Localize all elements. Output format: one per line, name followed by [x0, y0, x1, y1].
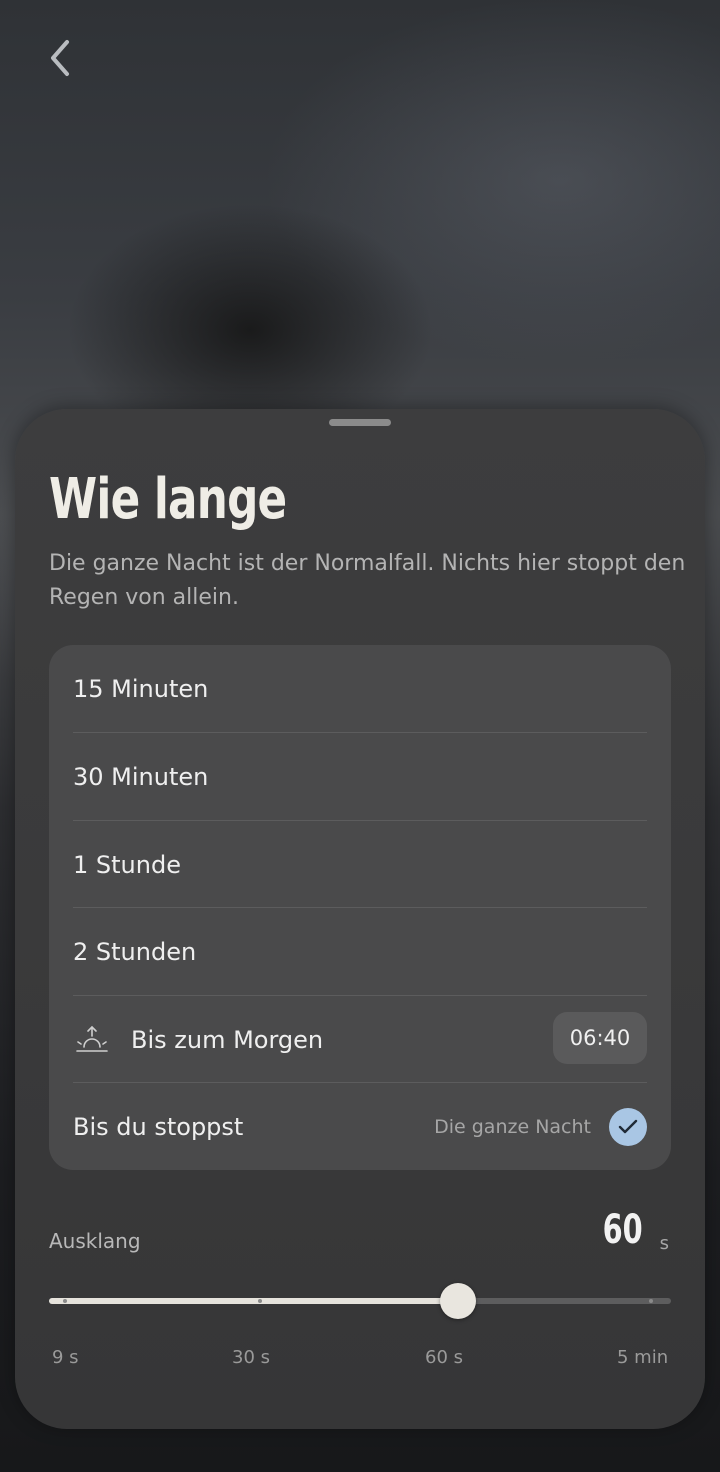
slider-tick [258, 1299, 262, 1303]
duration-options-list: 15 Minuten 30 Minuten 1 Stunde 2 Stunden [49, 645, 671, 1170]
fade-label: Ausklang [49, 1229, 141, 1253]
sheet-title: Wie lange [49, 467, 287, 532]
chevron-left-icon [51, 40, 69, 76]
option-15-minutes[interactable]: 15 Minuten [73, 645, 647, 733]
option-label: 2 Stunden [73, 938, 197, 966]
slider-stop-label: 60 s [425, 1347, 464, 1368]
slider-thumb[interactable] [440, 1283, 476, 1319]
fade-unit: s [659, 1233, 669, 1254]
option-selected-area: Die ganze Nacht [434, 1083, 647, 1171]
option-label: 1 Stunde [73, 851, 181, 879]
sheet-drag-handle[interactable] [329, 419, 391, 426]
sheet-subtitle: Die ganze Nacht ist der Normalfall. Nich… [49, 551, 686, 610]
option-label: Bis du stoppst [73, 1113, 244, 1141]
option-30-minutes[interactable]: 30 Minuten [73, 733, 647, 821]
sunrise-icon [76, 1025, 108, 1052]
slider-tick [649, 1299, 653, 1303]
option-1-hour[interactable]: 1 Stunde [73, 821, 647, 909]
fade-slider[interactable] [49, 1283, 671, 1319]
wake-time-chip[interactable]: 06:40 [553, 1012, 647, 1064]
option-2-hours[interactable]: 2 Stunden [73, 908, 647, 996]
slider-stop-label: 30 s [232, 1347, 271, 1368]
slider-fill [49, 1298, 458, 1304]
back-button[interactable] [38, 36, 82, 80]
option-label: 15 Minuten [73, 675, 209, 703]
option-label: 30 Minuten [73, 763, 209, 791]
slider-tick [63, 1299, 67, 1303]
fade-value: 60 [602, 1207, 643, 1253]
slider-stop-label: 5 min [617, 1347, 669, 1368]
slider-stop-label: 9 s [52, 1347, 79, 1368]
option-hint: Die ganze Nacht [434, 1116, 591, 1138]
check-icon [609, 1108, 647, 1146]
option-label: Bis zum Morgen [131, 1026, 324, 1054]
option-until-morning[interactable]: Bis zum Morgen 06:40 [73, 996, 647, 1084]
option-until-stopped[interactable]: Bis du stoppst Die ganze Nacht [73, 1083, 647, 1171]
duration-sheet: Wie lange Die ganze Nacht ist der Normal… [15, 409, 705, 1429]
